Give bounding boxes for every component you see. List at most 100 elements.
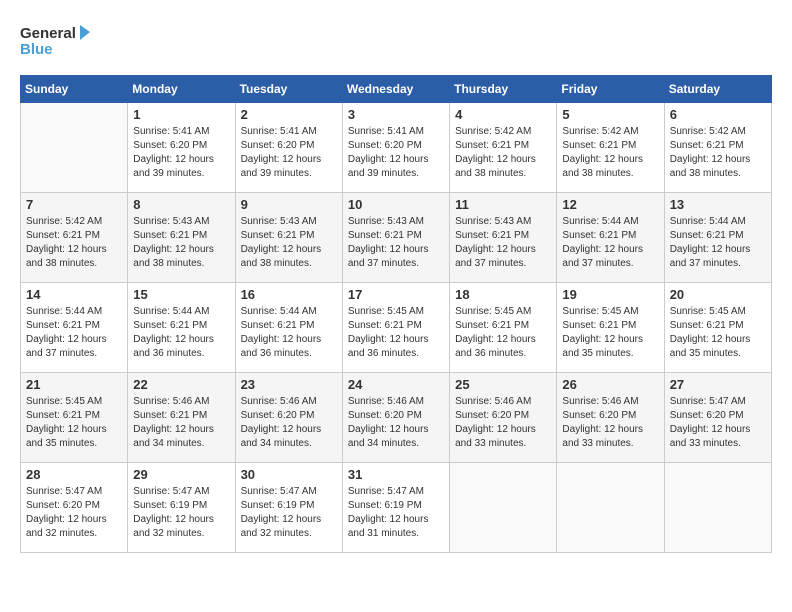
day-number: 9 xyxy=(241,197,337,212)
day-info: Sunrise: 5:43 AMSunset: 6:21 PMDaylight:… xyxy=(133,215,229,271)
calendar-cell: 16 Sunrise: 5:44 AMSunset: 6:21 PMDayligh… xyxy=(235,283,342,373)
calendar-cell: 14 Sunrise: 5:44 AMSunset: 6:21 PMDayligh… xyxy=(21,283,128,373)
day-number: 17 xyxy=(348,287,444,302)
day-info: Sunrise: 5:42 AMSunset: 6:21 PMDaylight:… xyxy=(670,125,766,181)
calendar-cell: 18Sunrise: 5:45 AMSunset: 6:21 PMDayligh… xyxy=(450,283,557,373)
svg-text:General: General xyxy=(20,25,76,42)
day-number: 6 xyxy=(670,107,766,122)
page-header: General Blue xyxy=(20,20,772,65)
day-info: Sunrise: 5:44 AMSunset: 6:21 PMDaylight:… xyxy=(133,305,229,361)
day-number: 27 xyxy=(670,377,766,392)
calendar-cell: 10 Sunrise: 5:43 AMSunset: 6:21 PMDayligh… xyxy=(342,193,449,283)
day-number: 8 xyxy=(133,197,229,212)
day-number: 1 xyxy=(133,107,229,122)
day-number: 4 xyxy=(455,107,551,122)
day-number: 2 xyxy=(241,107,337,122)
calendar-cell: 29 Sunrise: 5:47 AMSunset: 6:19 PMDayligh… xyxy=(128,463,235,553)
day-number: 21 xyxy=(26,377,122,392)
calendar-cell: 15 Sunrise: 5:44 AMSunset: 6:21 PMDayligh… xyxy=(128,283,235,373)
calendar-week-row: 21 Sunrise: 5:45 AMSunset: 6:21 PMDayligh… xyxy=(21,373,772,463)
calendar-cell: 8 Sunrise: 5:43 AMSunset: 6:21 PMDaylight… xyxy=(128,193,235,283)
calendar-cell: 19 Sunrise: 5:45 AMSunset: 6:21 PMDayligh… xyxy=(557,283,664,373)
day-info: Sunrise: 5:44 AMSunset: 6:21 PMDaylight:… xyxy=(241,305,337,361)
day-number: 11 xyxy=(455,197,551,212)
day-info: Sunrise: 5:45 AMSunset: 6:21 PMDaylight:… xyxy=(348,305,444,361)
day-number: 5 xyxy=(562,107,658,122)
calendar-cell: 25 Sunrise: 5:46 AMSunset: 6:20 PMDayligh… xyxy=(450,373,557,463)
day-number: 7 xyxy=(26,197,122,212)
day-number: 14 xyxy=(26,287,122,302)
day-info: Sunrise: 5:42 AMSunset: 6:21 PMDaylight:… xyxy=(26,215,122,271)
day-number: 25 xyxy=(455,377,551,392)
general-blue-logo: General Blue xyxy=(20,20,90,65)
calendar-cell: 28 Sunrise: 5:47 AMSunset: 6:20 PMDayligh… xyxy=(21,463,128,553)
day-number: 15 xyxy=(133,287,229,302)
calendar-header-row: SundayMondayTuesdayWednesdayThursdayFrid… xyxy=(21,76,772,103)
day-info: Sunrise: 5:47 AMSunset: 6:20 PMDaylight:… xyxy=(26,485,122,541)
calendar-cell: 2 Sunrise: 5:41 AMSunset: 6:20 PMDaylight… xyxy=(235,103,342,193)
day-info: Sunrise: 5:46 AMSunset: 6:20 PMDaylight:… xyxy=(562,395,658,451)
day-info: Sunrise: 5:41 AMSunset: 6:20 PMDaylight:… xyxy=(133,125,229,181)
day-number: 16 xyxy=(241,287,337,302)
calendar-cell: 31Sunrise: 5:47 AMSunset: 6:19 PMDayligh… xyxy=(342,463,449,553)
calendar-cell xyxy=(21,103,128,193)
day-number: 23 xyxy=(241,377,337,392)
day-header-tuesday: Tuesday xyxy=(235,76,342,103)
day-number: 3 xyxy=(348,107,444,122)
calendar-cell: 3 Sunrise: 5:41 AMSunset: 6:20 PMDaylight… xyxy=(342,103,449,193)
calendar-week-row: 28 Sunrise: 5:47 AMSunset: 6:20 PMDayligh… xyxy=(21,463,772,553)
calendar-cell: 1 Sunrise: 5:41 AMSunset: 6:20 PMDaylight… xyxy=(128,103,235,193)
calendar-cell: 9 Sunrise: 5:43 AMSunset: 6:21 PMDaylight… xyxy=(235,193,342,283)
day-number: 22 xyxy=(133,377,229,392)
day-number: 20 xyxy=(670,287,766,302)
calendar-cell: 11 Sunrise: 5:43 AMSunset: 6:21 PMDayligh… xyxy=(450,193,557,283)
calendar-table: SundayMondayTuesdayWednesdayThursdayFrid… xyxy=(20,75,772,553)
day-info: Sunrise: 5:41 AMSunset: 6:20 PMDaylight:… xyxy=(241,125,337,181)
day-number: 29 xyxy=(133,467,229,482)
calendar-cell: 17 Sunrise: 5:45 AMSunset: 6:21 PMDayligh… xyxy=(342,283,449,373)
day-header-thursday: Thursday xyxy=(450,76,557,103)
day-info: Sunrise: 5:42 AMSunset: 6:21 PMDaylight:… xyxy=(455,125,551,181)
calendar-cell: 26 Sunrise: 5:46 AMSunset: 6:20 PMDayligh… xyxy=(557,373,664,463)
calendar-cell: 27Sunrise: 5:47 AMSunset: 6:20 PMDayligh… xyxy=(664,373,771,463)
day-info: Sunrise: 5:47 AMSunset: 6:19 PMDaylight:… xyxy=(133,485,229,541)
calendar-week-row: 1 Sunrise: 5:41 AMSunset: 6:20 PMDaylight… xyxy=(21,103,772,193)
day-info: Sunrise: 5:47 AMSunset: 6:19 PMDaylight:… xyxy=(348,485,444,541)
day-info: Sunrise: 5:41 AMSunset: 6:20 PMDaylight:… xyxy=(348,125,444,181)
calendar-week-row: 7 Sunrise: 5:42 AMSunset: 6:21 PMDaylight… xyxy=(21,193,772,283)
day-info: Sunrise: 5:44 AMSunset: 6:21 PMDaylight:… xyxy=(670,215,766,271)
day-info: Sunrise: 5:43 AMSunset: 6:21 PMDaylight:… xyxy=(348,215,444,271)
day-number: 19 xyxy=(562,287,658,302)
calendar-cell: 20 Sunrise: 5:45 AMSunset: 6:21 PMDayligh… xyxy=(664,283,771,373)
day-info: Sunrise: 5:47 AMSunset: 6:19 PMDaylight:… xyxy=(241,485,337,541)
day-info: Sunrise: 5:46 AMSunset: 6:20 PMDaylight:… xyxy=(241,395,337,451)
calendar-cell: 12Sunrise: 5:44 AMSunset: 6:21 PMDayligh… xyxy=(557,193,664,283)
calendar-cell: 4 Sunrise: 5:42 AMSunset: 6:21 PMDaylight… xyxy=(450,103,557,193)
calendar-cell xyxy=(557,463,664,553)
day-info: Sunrise: 5:46 AMSunset: 6:20 PMDaylight:… xyxy=(455,395,551,451)
calendar-cell: 7 Sunrise: 5:42 AMSunset: 6:21 PMDaylight… xyxy=(21,193,128,283)
day-info: Sunrise: 5:45 AMSunset: 6:21 PMDaylight:… xyxy=(455,305,551,361)
calendar-cell: 13Sunrise: 5:44 AMSunset: 6:21 PMDayligh… xyxy=(664,193,771,283)
day-number: 28 xyxy=(26,467,122,482)
day-info: Sunrise: 5:43 AMSunset: 6:21 PMDaylight:… xyxy=(241,215,337,271)
day-info: Sunrise: 5:45 AMSunset: 6:21 PMDaylight:… xyxy=(26,395,122,451)
day-header-monday: Monday xyxy=(128,76,235,103)
day-header-sunday: Sunday xyxy=(21,76,128,103)
calendar-cell: 30 Sunrise: 5:47 AMSunset: 6:19 PMDayligh… xyxy=(235,463,342,553)
calendar-cell: 6 Sunrise: 5:42 AMSunset: 6:21 PMDaylight… xyxy=(664,103,771,193)
day-number: 30 xyxy=(241,467,337,482)
logo: General Blue xyxy=(20,20,90,65)
day-info: Sunrise: 5:44 AMSunset: 6:21 PMDaylight:… xyxy=(26,305,122,361)
calendar-cell: 24Sunrise: 5:46 AMSunset: 6:20 PMDayligh… xyxy=(342,373,449,463)
day-info: Sunrise: 5:43 AMSunset: 6:21 PMDaylight:… xyxy=(455,215,551,271)
day-info: Sunrise: 5:45 AMSunset: 6:21 PMDaylight:… xyxy=(670,305,766,361)
day-number: 10 xyxy=(348,197,444,212)
svg-text:Blue: Blue xyxy=(20,41,53,58)
day-info: Sunrise: 5:42 AMSunset: 6:21 PMDaylight:… xyxy=(562,125,658,181)
day-number: 12 xyxy=(562,197,658,212)
day-info: Sunrise: 5:45 AMSunset: 6:21 PMDaylight:… xyxy=(562,305,658,361)
day-number: 26 xyxy=(562,377,658,392)
calendar-cell: 5 Sunrise: 5:42 AMSunset: 6:21 PMDaylight… xyxy=(557,103,664,193)
day-header-friday: Friday xyxy=(557,76,664,103)
